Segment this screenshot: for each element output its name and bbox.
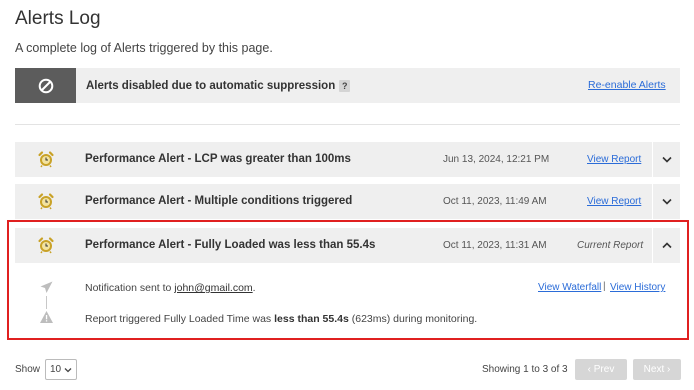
pagination-info: Showing 1 to 3 of 3 bbox=[482, 364, 568, 375]
page-size-select[interactable]: 10 bbox=[45, 359, 77, 380]
help-icon[interactable]: ? bbox=[339, 79, 351, 92]
alert-details: Notification sent to john@gmail.com. Rep… bbox=[15, 267, 680, 337]
report-trigger-text: Report triggered Fully Loaded Time was l… bbox=[85, 313, 478, 325]
current-report-label: Current Report bbox=[577, 240, 644, 251]
alert-title: Performance Alert - Multiple conditions … bbox=[85, 195, 353, 207]
next-page-button[interactable]: Next › bbox=[633, 359, 681, 380]
alert-row[interactable]: Performance Alert - LCP was greater than… bbox=[15, 142, 680, 177]
alert-title: Performance Alert - Fully Loaded was les… bbox=[85, 239, 376, 251]
alert-title: Performance Alert - LCP was greater than… bbox=[85, 153, 351, 165]
email-link[interactable]: john@gmail.com bbox=[174, 282, 252, 294]
notification-text: Notification sent to john@gmail.com. bbox=[85, 282, 256, 294]
alert-row-expanded[interactable]: Performance Alert - Fully Loaded was les… bbox=[15, 228, 680, 263]
alarm-clock-icon bbox=[37, 150, 55, 173]
alert-row[interactable]: Performance Alert - Multiple conditions … bbox=[15, 184, 680, 219]
chevron-down-icon[interactable] bbox=[653, 184, 680, 219]
reenable-alerts-link[interactable]: Re-enable Alerts bbox=[588, 79, 666, 91]
no-entry-icon bbox=[15, 68, 76, 103]
suppression-message: Alerts disabled due to automatic suppres… bbox=[86, 79, 351, 92]
chevron-up-icon[interactable] bbox=[653, 228, 680, 263]
alarm-clock-icon bbox=[37, 236, 55, 259]
view-history-link[interactable]: View History bbox=[610, 282, 665, 293]
alert-date: Jun 13, 2024, 12:21 PM bbox=[443, 154, 550, 165]
alert-date: Oct 11, 2023, 11:49 AM bbox=[443, 196, 547, 207]
timeline-line bbox=[46, 296, 47, 309]
page-title: Alerts Log bbox=[15, 8, 101, 29]
view-report-link[interactable]: View Report bbox=[587, 196, 641, 207]
chevron-down-icon[interactable] bbox=[653, 142, 680, 177]
view-waterfall-link[interactable]: View Waterfall bbox=[538, 282, 601, 293]
show-label: Show bbox=[15, 364, 41, 375]
prev-page-button[interactable]: ‹ Prev bbox=[575, 359, 627, 380]
divider bbox=[15, 124, 680, 125]
chevron-down-icon bbox=[64, 365, 72, 376]
alarm-clock-icon bbox=[37, 192, 55, 215]
suppression-banner: Alerts disabled due to automatic suppres… bbox=[15, 68, 680, 103]
link-separator: | bbox=[603, 281, 606, 292]
page-subtitle: A complete log of Alerts triggered by th… bbox=[15, 41, 273, 55]
view-report-link[interactable]: View Report bbox=[587, 154, 641, 165]
warning-icon bbox=[39, 310, 54, 329]
alert-date: Oct 11, 2023, 11:31 AM bbox=[443, 240, 547, 251]
